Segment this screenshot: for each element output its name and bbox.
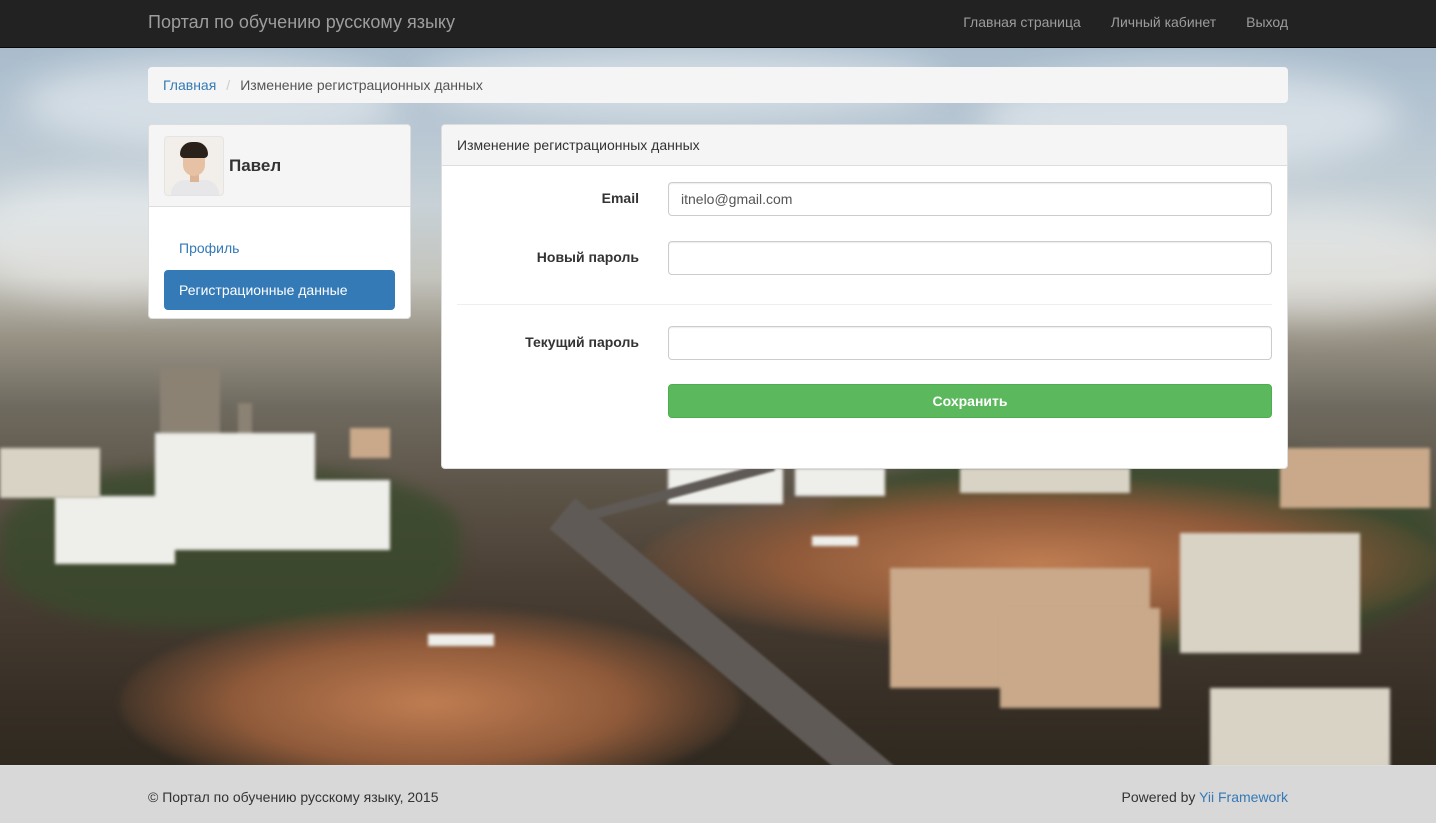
new-password-label: Новый пароль	[536, 249, 639, 265]
nav-home-link[interactable]: Главная страница	[963, 14, 1081, 30]
new-password-field[interactable]	[668, 241, 1272, 275]
form-divider	[457, 304, 1272, 305]
current-password-field[interactable]	[668, 326, 1272, 360]
top-navbar: Портал по обучению русскому языку Главна…	[0, 0, 1436, 48]
breadcrumb: Главная / Изменение регистрационных данн…	[148, 67, 1288, 103]
nav-links: Главная страница Личный кабинет Выход	[963, 14, 1288, 30]
breadcrumb-home-link[interactable]: Главная	[163, 77, 216, 93]
user-name: Павел	[229, 155, 282, 175]
user-sidebar: Павел Профиль Регистрационные данные	[148, 124, 411, 319]
footer-copyright: © Портал по обучению русскому языку, 201…	[148, 789, 439, 805]
registration-form-panel: Изменение регистрационных данных Email Н…	[441, 124, 1288, 469]
footer-powered: Powered by Yii Framework	[1121, 789, 1288, 805]
email-label: Email	[601, 190, 639, 206]
footer: © Портал по обучению русскому языку, 201…	[0, 765, 1436, 823]
brand-link[interactable]: Портал по обучению русскому языку	[148, 12, 455, 33]
powered-by-text: Powered by	[1121, 789, 1196, 805]
panel-title: Изменение регистрационных данных	[442, 125, 1287, 166]
email-field[interactable]	[668, 182, 1272, 216]
breadcrumb-separator: /	[226, 77, 231, 93]
sidebar-item-registration-data[interactable]: Регистрационные данные	[164, 270, 395, 310]
current-password-label: Текущий пароль	[525, 334, 639, 350]
sidebar-item-profile[interactable]: Профиль	[164, 228, 395, 268]
nav-logout-link[interactable]: Выход	[1246, 14, 1288, 30]
sidebar-menu: Профиль Регистрационные данные	[149, 207, 410, 318]
avatar	[164, 135, 224, 196]
nav-account-link[interactable]: Личный кабинет	[1111, 14, 1216, 30]
breadcrumb-current: Изменение регистрационных данных	[240, 77, 483, 93]
yii-framework-link[interactable]: Yii Framework	[1199, 789, 1288, 805]
save-button[interactable]: Сохранить	[668, 384, 1272, 418]
user-card-header: Павел	[149, 125, 410, 207]
